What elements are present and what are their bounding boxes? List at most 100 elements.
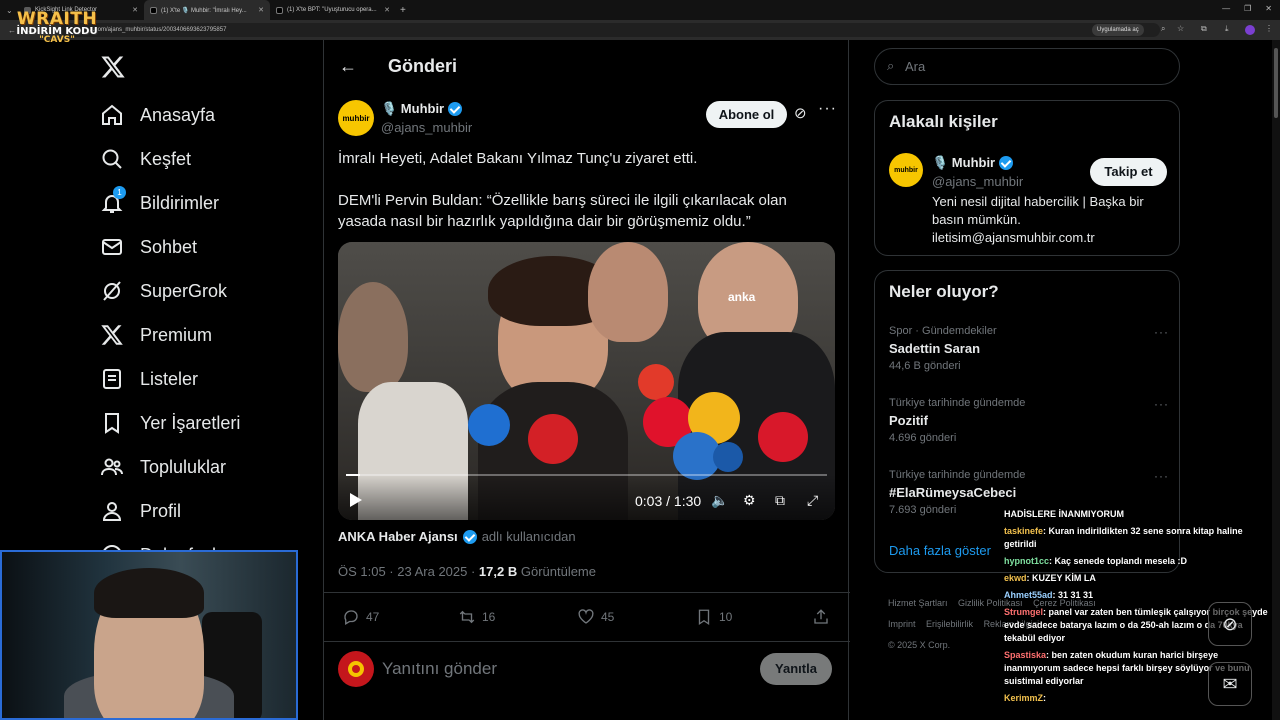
settings-gear-icon[interactable]: ⚙ <box>743 492 756 509</box>
nav-item-notifications[interactable]: 1 Bildirimler <box>100 186 219 215</box>
subscribe-button[interactable]: Abone ol <box>706 101 787 128</box>
verified-badge-icon <box>448 102 463 116</box>
microphone <box>713 442 743 472</box>
nav-item-explore[interactable]: Keşfet <box>100 147 191 171</box>
bookmark-action[interactable]: 10 <box>695 608 732 626</box>
scrollbar-thumb[interactable] <box>1274 48 1278 118</box>
zoom-icon[interactable]: ⌕ <box>1161 24 1165 34</box>
more-options-icon[interactable]: ··· <box>818 100 837 118</box>
back-arrow-icon[interactable]: ← <box>339 56 357 77</box>
show-more-link[interactable]: Daha fazla göster <box>889 543 991 558</box>
related-user-name-row[interactable]: 🎙️ Muhbir <box>932 155 1014 171</box>
reply-button[interactable]: Yanıtla <box>760 653 832 685</box>
like-action[interactable]: 45 <box>577 608 614 626</box>
search-box[interactable]: ⌕ Ara <box>874 48 1180 85</box>
nav-item-home[interactable]: Anasayfa <box>100 103 215 127</box>
post-timestamp[interactable]: ÖS 1:05 · 23 Ara 2025 · <box>338 564 479 579</box>
share-action[interactable] <box>812 608 830 626</box>
extensions-icon[interactable]: ⧉ <box>1201 24 1207 34</box>
views-count: 17,2 B <box>478 564 518 579</box>
chat-text: : Kaç senede toplandı mesela :D <box>1049 556 1188 566</box>
chat-user: taskinefe <box>1004 526 1044 536</box>
related-user-bio: Yeni nesil dijital habercilik | Başka bi… <box>932 194 1144 245</box>
related-avatar[interactable]: muhbir <box>889 153 923 187</box>
chat-text: : KUZEY KİM LA <box>1026 573 1096 583</box>
x-logo-icon[interactable] <box>100 54 126 80</box>
reply-button-label: Yanıtla <box>775 661 817 676</box>
url-field[interactable]: x.com/ajans_muhbir/status/20034066936237… <box>60 23 1160 37</box>
nav-item-premium[interactable]: Premium <box>100 323 212 347</box>
search-input[interactable]: Ara <box>905 59 925 74</box>
footer-link[interactable]: Hizmet Şartları <box>888 598 948 608</box>
nav-item-lists[interactable]: Listeler <box>100 367 198 391</box>
browser-chrome: ⌄ KickSight Link Detector ✕ (1) X'te 🎙️ … <box>0 0 1280 40</box>
footer-link[interactable]: Imprint <box>888 619 916 629</box>
follow-button[interactable]: Takip et <box>1090 158 1167 186</box>
reply-composer: Yanıtını gönder Yanıtla <box>338 651 838 691</box>
subscribe-label: Abone ol <box>718 107 775 122</box>
close-window-icon[interactable]: ✕ <box>1265 4 1272 13</box>
footer-copyright: © 2025 X Corp. <box>888 640 951 650</box>
trend-more-icon[interactable]: ··· <box>1154 397 1169 411</box>
video-progress-bar[interactable] <box>346 474 827 476</box>
streamer-webcam <box>0 550 298 720</box>
messages-float-button[interactable]: ✉ <box>1208 662 1252 706</box>
author-avatar[interactable]: muhbir <box>338 100 374 136</box>
repost-action[interactable]: 16 <box>458 608 495 626</box>
new-tab-icon[interactable]: + <box>400 5 406 16</box>
picture-in-picture-icon[interactable]: ⧉ <box>775 492 785 509</box>
browser-menu-icon[interactable]: ⋮ <box>1265 24 1273 33</box>
tab-close-icon[interactable]: ✕ <box>132 6 138 14</box>
heart-icon <box>578 609 594 624</box>
page-scrollbar[interactable] <box>1272 40 1280 720</box>
trend-more-icon[interactable]: ··· <box>1154 469 1169 483</box>
tab-bar: ⌄ KickSight Link Detector ✕ (1) X'te 🎙️ … <box>0 0 1280 20</box>
profile-avatar-icon[interactable] <box>1245 25 1255 35</box>
nav-item-supergrok[interactable]: SuperGrok <box>100 279 227 303</box>
grok-icon[interactable]: ⊘ <box>794 104 807 122</box>
nav-item-messages[interactable]: Sohbet <box>100 235 197 259</box>
grok-float-button[interactable]: ⊘ <box>1208 602 1252 646</box>
reply-input[interactable]: Yanıtını gönder <box>382 659 497 679</box>
maximize-icon[interactable]: ❐ <box>1244 4 1251 13</box>
open-in-app-label: Uygulamada aç <box>1097 27 1139 33</box>
video-time: 0:03 / 1:30 <box>635 493 702 509</box>
trend-item[interactable]: Türkiye tarihinde gündemde Pozitif 4.696… <box>889 397 1169 444</box>
download-icon[interactable]: ⤓ <box>1225 24 1229 34</box>
nav-label: Sohbet <box>140 236 198 257</box>
video-source[interactable]: ANKA Haber Ajansı adlı kullanıcıdan <box>338 529 576 544</box>
tab-close-icon[interactable]: ✕ <box>384 6 390 14</box>
nav-item-bookmarks[interactable]: Yer İşaretleri <box>100 411 240 435</box>
open-in-app-button[interactable]: Uygulamada aç <box>1092 24 1144 36</box>
nav-item-communities[interactable]: Topluluklar <box>100 455 226 479</box>
verified-badge-icon <box>462 529 477 544</box>
play-icon[interactable] <box>350 493 362 507</box>
bookmark-count: 10 <box>719 610 733 624</box>
related-user-handle[interactable]: @ajans_muhbir <box>932 174 1023 189</box>
post-text-line: İmralı Heyeti, Adalet Bakanı Yılmaz Tunç… <box>338 150 698 167</box>
chat-message: taskinefe: Kuran indirildikten 32 sene s… <box>1004 525 1276 551</box>
video-player[interactable]: anka 0:03 / 1:30 🔈 ⚙ ⧉ ⤢ <box>338 242 835 520</box>
trend-more-icon[interactable]: ··· <box>1154 325 1169 339</box>
mail-icon <box>102 239 122 255</box>
search-icon: ⌕ <box>887 58 895 73</box>
browser-tab-2[interactable]: (1) X'te 🎙️ Muhbir: "İmralı Hey... ✕ <box>144 0 270 20</box>
my-avatar[interactable] <box>338 651 374 687</box>
nav-item-profile[interactable]: Profil <box>100 499 181 523</box>
author-name-row[interactable]: 🎙️ Muhbir <box>381 101 463 117</box>
fullscreen-icon[interactable]: ⤢ <box>807 492 818 509</box>
chat-text: HADİSLERE İNANMIYORUM <box>1004 509 1125 519</box>
stream-sponsor-overlay: WRAITH İNDİRİM KODU "CAVS" <box>14 9 100 45</box>
share-icon <box>814 609 828 624</box>
trend-context: Türkiye tarihinde gündemde <box>889 397 1026 409</box>
volume-icon[interactable]: 🔈 <box>711 492 728 509</box>
footer-link[interactable]: Erişilebilirlik <box>926 619 973 629</box>
reply-action[interactable]: 47 <box>342 608 379 626</box>
post-text: İmralı Heyeti, Adalet Bakanı Yılmaz Tunç… <box>338 148 818 253</box>
trend-item[interactable]: Spor · Gündemdekiler Sadettin Saran 44,6… <box>889 325 1169 372</box>
author-handle[interactable]: @ajans_muhbir <box>381 120 472 135</box>
browser-tab-3[interactable]: (1) X'te BPT: "Uyuşturucu opera... ✕ <box>270 0 396 20</box>
tab-close-icon[interactable]: ✕ <box>258 6 264 14</box>
star-icon[interactable]: ☆ <box>1177 24 1184 33</box>
minimize-icon[interactable]: — <box>1222 4 1230 13</box>
